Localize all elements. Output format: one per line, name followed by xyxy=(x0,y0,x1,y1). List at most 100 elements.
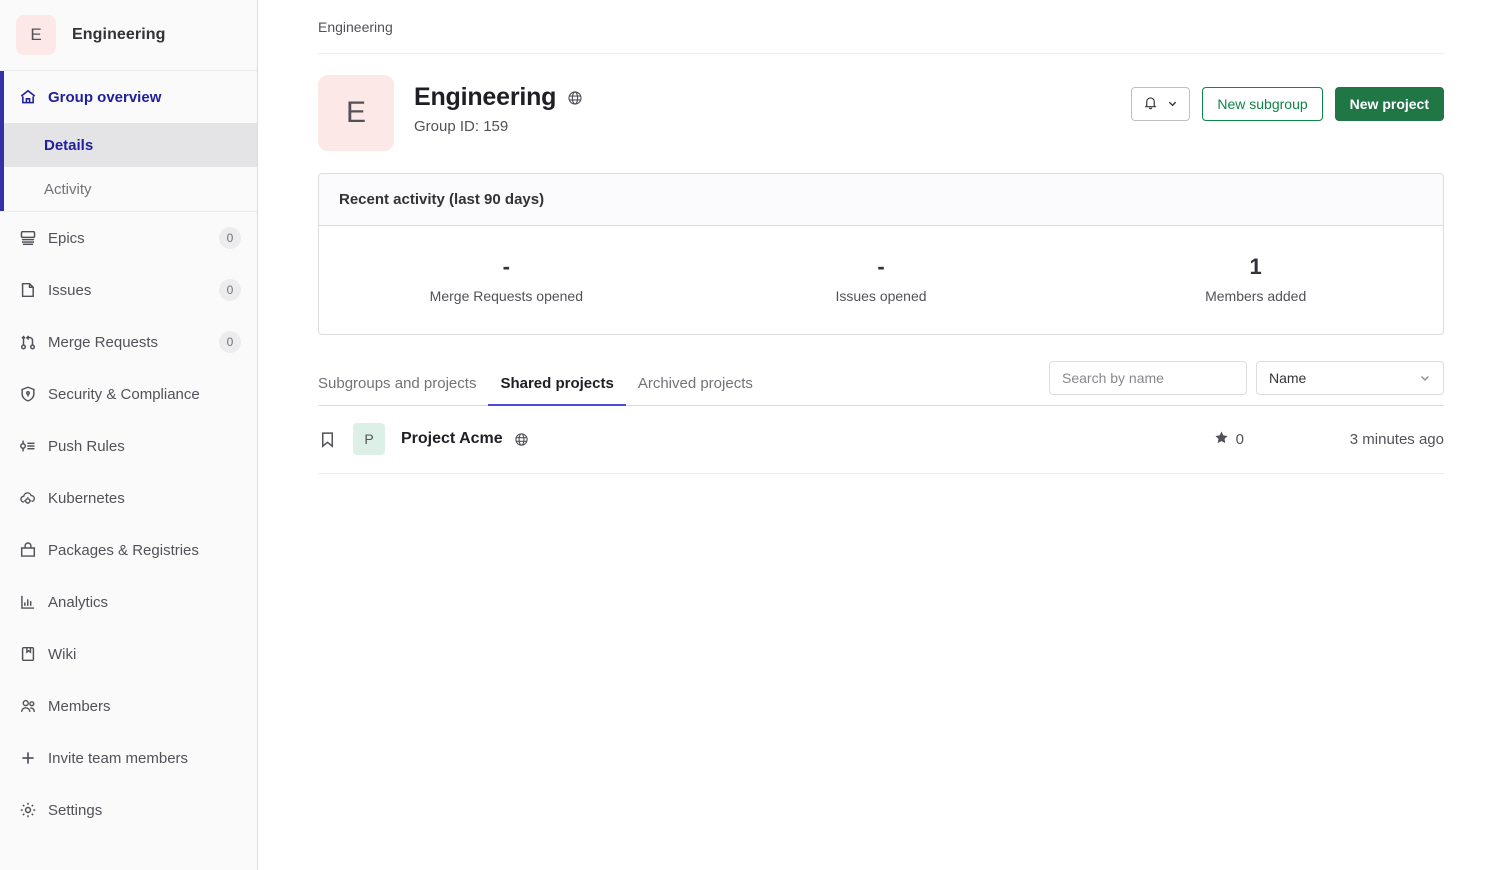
project-avatar-initial: P xyxy=(364,431,374,447)
chart-icon xyxy=(18,592,38,612)
sidebar-item-push-rules[interactable]: Push Rules xyxy=(0,420,257,472)
notification-dropdown-button[interactable] xyxy=(1131,87,1191,121)
group-header-actions: New subgroup New project xyxy=(1131,75,1444,121)
project-list: P Project Acme 0 3 minutes ago xyxy=(318,406,1444,474)
star-count-value: 0 xyxy=(1235,430,1244,448)
sidebar-group-avatar-initial: E xyxy=(30,25,42,44)
chevron-down-icon xyxy=(1419,372,1431,384)
sidebar-subitem-details[interactable]: Details xyxy=(0,123,257,167)
globe-icon xyxy=(514,432,529,447)
recent-activity-title: Recent activity (last 90 days) xyxy=(319,174,1443,226)
projects-tabs-row: Subgroups and projects Shared projects A… xyxy=(318,361,1444,406)
sidebar-subitem-label: Activity xyxy=(44,180,92,198)
sidebar-item-label: Issues xyxy=(48,281,92,299)
sidebar-item-label: Kubernetes xyxy=(48,489,125,507)
sidebar-item-merge-requests[interactable]: Merge Requests 0 xyxy=(0,316,257,368)
sidebar-item-label: Security & Compliance xyxy=(48,385,200,403)
group-avatar: E xyxy=(318,75,394,151)
project-updated-at: 3 minutes ago xyxy=(1349,430,1444,448)
page-title: Engineering xyxy=(414,83,557,111)
project-avatar: P xyxy=(353,423,385,455)
sidebar-item-label: Group overview xyxy=(48,88,162,106)
filters: Name xyxy=(1049,361,1444,405)
epic-icon xyxy=(18,228,38,248)
shield-icon xyxy=(18,384,38,404)
stat-label: Members added xyxy=(1205,288,1307,304)
sort-dropdown[interactable]: Name xyxy=(1256,361,1444,395)
sidebar: E Engineering Group overview Details Act… xyxy=(0,0,258,870)
search-input[interactable] xyxy=(1049,361,1247,395)
stat-value: - xyxy=(877,254,885,279)
sidebar-item-label: Settings xyxy=(48,801,103,819)
sidebar-item-badge: 0 xyxy=(219,227,241,249)
sidebar-item-members[interactable]: Members xyxy=(0,680,257,732)
kubernetes-icon xyxy=(18,488,38,508)
tab-archived-projects[interactable]: Archived projects xyxy=(626,375,765,406)
sidebar-item-label: Packages & Registries xyxy=(48,541,199,559)
push-rules-icon xyxy=(18,436,38,456)
stat-label: Issues opened xyxy=(835,288,927,304)
book-icon xyxy=(18,644,38,664)
home-icon xyxy=(18,87,38,107)
merge-request-icon xyxy=(18,332,38,352)
new-subgroup-button[interactable]: New subgroup xyxy=(1202,87,1323,121)
stat-label: Merge Requests opened xyxy=(429,288,583,304)
group-header: E Engineering Group ID: 159 New subgroup… xyxy=(318,54,1444,151)
group-title-row: Engineering xyxy=(414,83,1131,112)
sidebar-item-label: Analytics xyxy=(48,593,109,611)
chevron-down-icon xyxy=(1167,96,1178,112)
sidebar-item-group-overview[interactable]: Group overview xyxy=(0,71,257,123)
bookmark-icon[interactable] xyxy=(318,430,337,449)
plus-icon xyxy=(18,748,38,768)
main-content: Engineering E Engineering Group ID: 159 xyxy=(258,0,1500,870)
project-name-link[interactable]: Project Acme xyxy=(401,430,503,448)
sidebar-section-group-overview: Group overview Details Activity xyxy=(0,71,257,212)
sidebar-item-badge: 0 xyxy=(219,279,241,301)
group-id-label: Group ID: 159 xyxy=(414,118,509,135)
breadcrumb-item-engineering[interactable]: Engineering xyxy=(318,19,393,35)
new-project-button[interactable]: New project xyxy=(1334,87,1444,121)
sidebar-item-kubernetes[interactable]: Kubernetes xyxy=(0,472,257,524)
breadcrumb: Engineering xyxy=(318,0,1444,54)
sidebar-group-header[interactable]: E Engineering xyxy=(0,0,257,71)
stat-issues-opened: - Issues opened xyxy=(694,254,1069,304)
stat-value: - xyxy=(502,254,510,279)
sidebar-item-label: Members xyxy=(48,697,111,715)
stat-merge-requests-opened: - Merge Requests opened xyxy=(319,254,694,304)
sidebar-item-label: Push Rules xyxy=(48,437,125,455)
sidebar-item-epics[interactable]: Epics 0 xyxy=(0,212,257,264)
sidebar-group-name: Engineering xyxy=(72,26,166,43)
issue-icon xyxy=(18,280,38,300)
globe-icon xyxy=(567,90,583,106)
tab-shared-projects[interactable]: Shared projects xyxy=(488,375,626,406)
sidebar-item-packages-registries[interactable]: Packages & Registries xyxy=(0,524,257,576)
sidebar-item-analytics[interactable]: Analytics xyxy=(0,576,257,628)
gear-icon xyxy=(18,800,38,820)
stat-members-added: 1 Members added xyxy=(1068,254,1443,304)
activity-stats: - Merge Requests opened - Issues opened … xyxy=(319,226,1443,334)
stat-value: 1 xyxy=(1249,254,1262,279)
sidebar-item-label: Merge Requests xyxy=(48,333,159,351)
sidebar-item-label: Epics xyxy=(48,229,85,247)
sidebar-subitem-label: Details xyxy=(44,136,94,154)
sidebar-item-wiki[interactable]: Wiki xyxy=(0,628,257,680)
sidebar-nav-list: Epics 0 Issues 0 Merge Requests 0 Securi… xyxy=(0,212,257,836)
users-icon xyxy=(18,696,38,716)
sidebar-item-security-compliance[interactable]: Security & Compliance xyxy=(0,368,257,420)
star-icon xyxy=(1214,430,1229,449)
sidebar-item-settings[interactable]: Settings xyxy=(0,784,257,836)
group-header-text: Engineering Group ID: 159 xyxy=(414,75,1131,135)
tabs: Subgroups and projects Shared projects A… xyxy=(318,375,765,406)
sidebar-item-issues[interactable]: Issues 0 xyxy=(0,264,257,316)
sidebar-item-label: Invite team members xyxy=(48,749,189,767)
sidebar-subitem-activity[interactable]: Activity xyxy=(0,167,257,211)
sidebar-group-avatar: E xyxy=(16,15,56,55)
group-avatar-initial: E xyxy=(345,96,366,129)
project-star-count[interactable]: 0 xyxy=(1214,430,1244,449)
sidebar-item-label: Wiki xyxy=(48,645,77,663)
package-icon xyxy=(18,540,38,560)
tab-subgroups-and-projects[interactable]: Subgroups and projects xyxy=(318,375,488,406)
sidebar-item-invite-team-members[interactable]: Invite team members xyxy=(0,732,257,784)
page-root: E Engineering Group overview Details Act… xyxy=(0,0,1500,870)
recent-activity-card: Recent activity (last 90 days) - Merge R… xyxy=(318,173,1444,335)
